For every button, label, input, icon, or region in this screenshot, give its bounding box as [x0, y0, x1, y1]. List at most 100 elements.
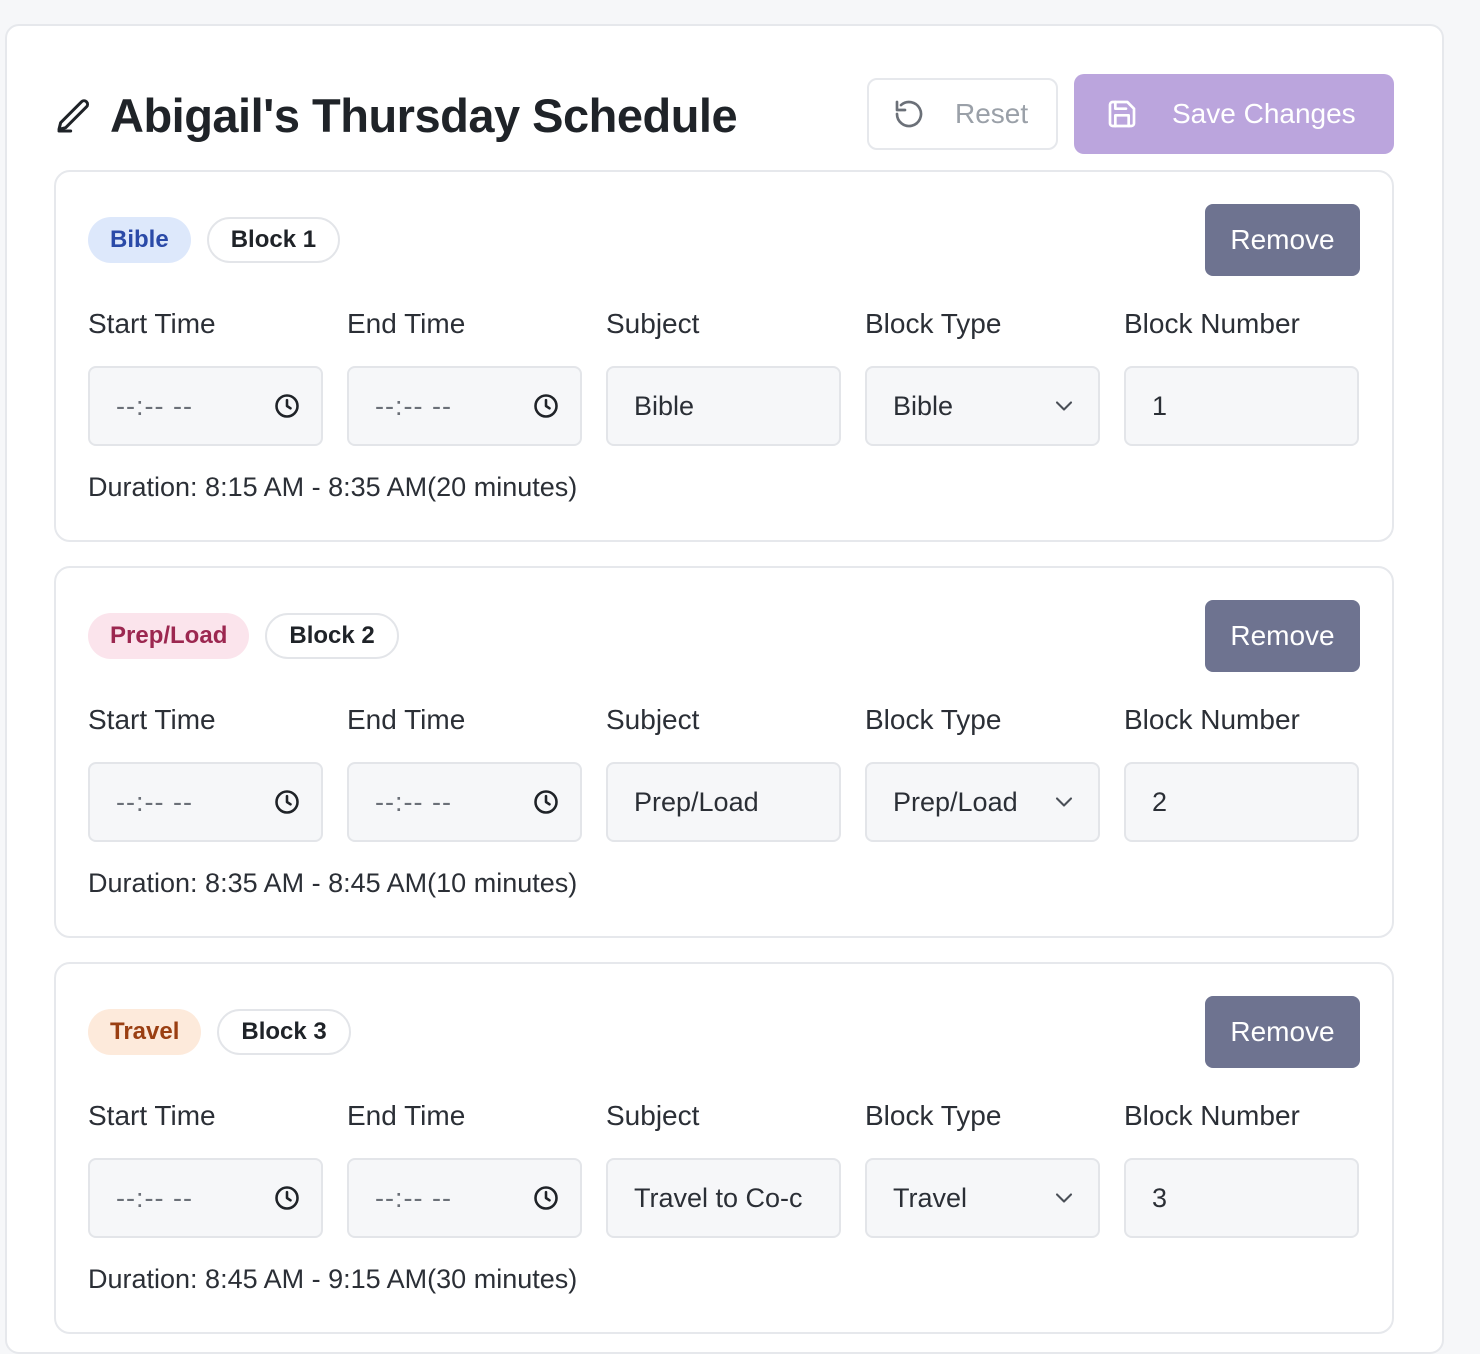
block-type-field: Block Type Bible: [865, 308, 1100, 446]
schedule-header: Abigail's Thursday Schedule Reset Save C…: [54, 74, 1394, 154]
subject-value: Travel to Co-c: [634, 1182, 803, 1213]
clock-icon[interactable]: [532, 788, 560, 816]
start-time-label: Start Time: [88, 1100, 216, 1131]
subject-label: Subject: [606, 704, 700, 735]
end-time-field: End Time --:-- --: [347, 1100, 582, 1238]
save-changes-button[interactable]: Save Changes: [1074, 74, 1394, 154]
start-time-input[interactable]: --:-- --: [88, 366, 323, 446]
subject-input[interactable]: Prep/Load: [606, 762, 841, 842]
block-card: Prep/Load Block 2 Remove Start Time --:-…: [54, 566, 1394, 938]
start-time-field: Start Time --:-- --: [88, 1100, 323, 1238]
block-number-value: 2: [1152, 786, 1168, 817]
subject-value: Prep/Load: [634, 786, 759, 817]
reset-button[interactable]: Reset: [867, 78, 1058, 150]
chevron-down-icon: [1050, 392, 1078, 420]
block-type-field: Block Type Prep/Load: [865, 704, 1100, 842]
start-time-field: Start Time --:-- --: [88, 308, 323, 446]
reset-label: Reset: [955, 98, 1029, 129]
clock-icon[interactable]: [532, 392, 560, 420]
block-number-input[interactable]: 3: [1124, 1158, 1359, 1238]
start-time-value: --:-- --: [116, 390, 193, 421]
clock-icon[interactable]: [273, 1184, 301, 1212]
remove-button[interactable]: Remove: [1205, 204, 1360, 276]
start-time-value: --:-- --: [116, 1182, 193, 1213]
block-type-value: Prep/Load: [893, 786, 1018, 817]
block-number-label: Block Number: [1124, 1100, 1300, 1131]
badges: Bible Block 1: [88, 217, 341, 263]
block-type-value: Bible: [893, 390, 954, 421]
end-time-value: --:-- --: [375, 786, 452, 817]
block-number-field: Block Number 3: [1124, 1100, 1359, 1238]
remove-button[interactable]: Remove: [1205, 600, 1360, 672]
end-time-input[interactable]: --:-- --: [347, 1158, 582, 1238]
block-card: Travel Block 3 Remove Start Time --:-- -…: [54, 962, 1394, 1334]
save-icon: [1106, 98, 1138, 130]
save-label: Save Changes: [1172, 98, 1356, 129]
block-type-select[interactable]: Travel: [865, 1158, 1100, 1238]
fields-row: Start Time --:-- -- End Time --:-- -- Su…: [88, 704, 1359, 842]
subject-input[interactable]: Travel to Co-c: [606, 1158, 841, 1238]
block-type-badge: Prep/Load: [88, 613, 250, 659]
block-number-value: 1: [1152, 390, 1168, 421]
block-type-label: Block Type: [865, 308, 1002, 339]
block-type-badge: Travel: [88, 1009, 202, 1055]
block-number-label: Block Number: [1124, 704, 1300, 735]
subject-input[interactable]: Bible: [606, 366, 841, 446]
subject-field: Subject Bible: [606, 308, 841, 446]
chevron-down-icon: [1050, 788, 1078, 816]
fields-row: Start Time --:-- -- End Time --:-- -- Su…: [88, 308, 1359, 446]
page-title: Abigail's Thursday Schedule: [110, 89, 738, 142]
block-type-badge: Bible: [88, 217, 191, 263]
duration-text: Duration: 8:15 AM - 8:35 AM(20 minutes): [88, 472, 578, 502]
title-wrap: Abigail's Thursday Schedule: [54, 88, 738, 143]
pencil-icon: [54, 96, 94, 136]
block-number-badge: Block 1: [206, 217, 341, 263]
start-time-value: --:-- --: [116, 786, 193, 817]
remove-button[interactable]: Remove: [1205, 996, 1360, 1068]
end-time-value: --:-- --: [375, 1182, 452, 1213]
end-time-input[interactable]: --:-- --: [347, 762, 582, 842]
clock-icon[interactable]: [273, 788, 301, 816]
block-number-input[interactable]: 2: [1124, 762, 1359, 842]
end-time-field: End Time --:-- --: [347, 308, 582, 446]
block-type-value: Travel: [893, 1182, 968, 1213]
subject-field: Subject Travel to Co-c: [606, 1100, 841, 1238]
end-time-label: End Time: [347, 704, 466, 735]
block-card: Bible Block 1 Remove Start Time --:-- --…: [54, 170, 1394, 542]
block-type-label: Block Type: [865, 704, 1002, 735]
chevron-down-icon: [1050, 1184, 1078, 1212]
duration-text: Duration: 8:45 AM - 9:15 AM(30 minutes): [88, 1264, 578, 1294]
clock-icon[interactable]: [532, 1184, 560, 1212]
subject-value: Bible: [634, 390, 695, 421]
block-type-select[interactable]: Bible: [865, 366, 1100, 446]
end-time-field: End Time --:-- --: [347, 704, 582, 842]
block-number-badge: Block 3: [217, 1009, 351, 1055]
badges: Prep/Load Block 2: [88, 613, 399, 659]
block-type-label: Block Type: [865, 1100, 1002, 1131]
block-number-field: Block Number 2: [1124, 704, 1359, 842]
block-number-input[interactable]: 1: [1124, 366, 1359, 446]
reset-icon: [893, 98, 925, 130]
block-type-select[interactable]: Prep/Load: [865, 762, 1100, 842]
subject-label: Subject: [606, 1100, 700, 1131]
start-time-field: Start Time --:-- --: [88, 704, 323, 842]
end-time-label: End Time: [347, 1100, 466, 1131]
block-number-label: Block Number: [1124, 308, 1300, 339]
duration-text: Duration: 8:35 AM - 8:45 AM(10 minutes): [88, 868, 578, 898]
badges: Travel Block 3: [88, 1009, 351, 1055]
end-time-label: End Time: [347, 308, 466, 339]
block-number-value: 3: [1152, 1182, 1168, 1213]
subject-label: Subject: [606, 308, 700, 339]
block-type-field: Block Type Travel: [865, 1100, 1100, 1238]
fields-row: Start Time --:-- -- End Time --:-- -- Su…: [88, 1100, 1359, 1238]
end-time-input[interactable]: --:-- --: [347, 366, 582, 446]
start-time-input[interactable]: --:-- --: [88, 1158, 323, 1238]
subject-field: Subject Prep/Load: [606, 704, 841, 842]
start-time-label: Start Time: [88, 704, 216, 735]
start-time-label: Start Time: [88, 308, 216, 339]
block-number-badge: Block 2: [265, 613, 399, 659]
start-time-input[interactable]: --:-- --: [88, 762, 323, 842]
end-time-value: --:-- --: [375, 390, 452, 421]
block-number-field: Block Number 1: [1124, 308, 1359, 446]
clock-icon[interactable]: [273, 392, 301, 420]
